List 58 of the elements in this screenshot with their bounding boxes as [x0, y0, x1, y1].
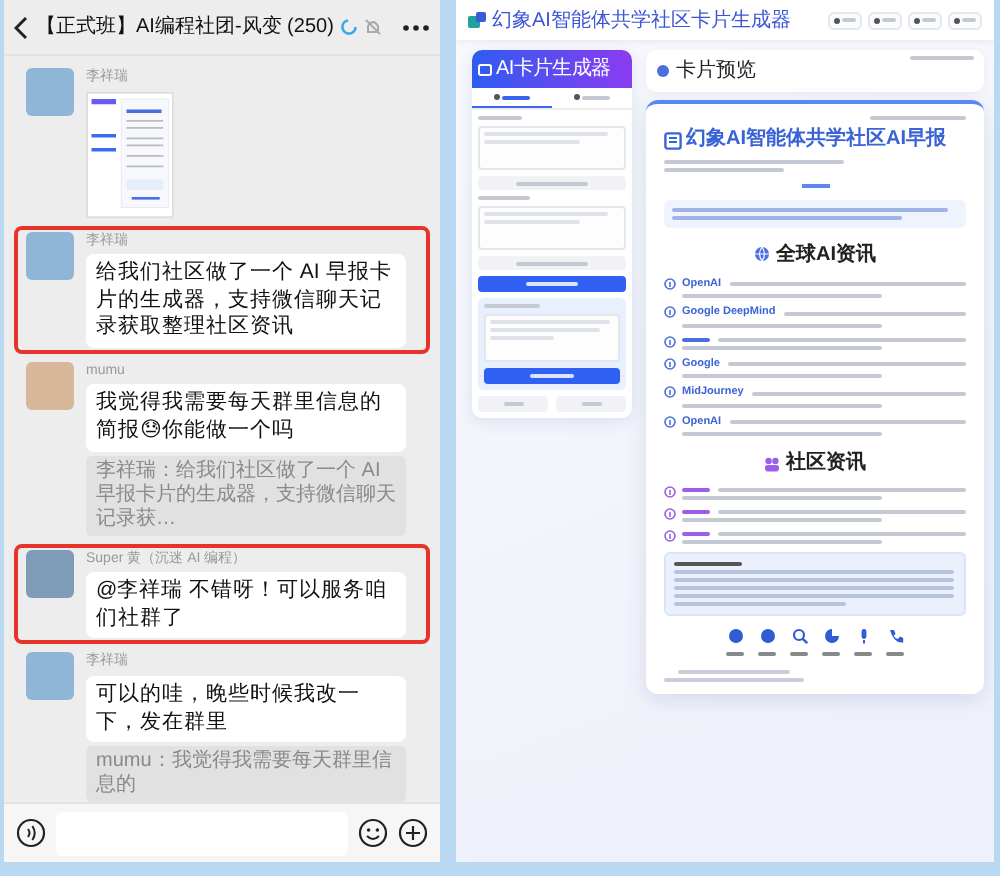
app-title: 幻象AI智能体共学社区卡片生成器 [492, 7, 793, 35]
illegible-text-lines [682, 532, 710, 536]
preview-title: 卡片预览 [676, 57, 758, 86]
message-bubble: 可以的哇，晚些时候我改一下，发在群里 [86, 675, 406, 743]
message-bubble: 给我们社区做了一个 AI 早报卡片的生成器，支持微信聊天记录获取整理社区资讯 [86, 254, 406, 348]
card-title: 幻象AI智能体共学社区AI早报 [686, 128, 946, 152]
illegible-text-lines [682, 510, 710, 514]
info-icon [664, 277, 676, 289]
info-icon [664, 335, 676, 347]
chat-title: 【正式班】AI编程社团-风变 (250) [36, 13, 334, 42]
info-icon [664, 357, 676, 369]
news-icon [664, 131, 682, 149]
illegible-text-lines [870, 116, 966, 120]
panel-title: AI卡片生成器 [496, 55, 611, 84]
search-icon [791, 628, 807, 644]
screenshot-thumbnail-drawing[interactable] [86, 91, 174, 217]
back-icon[interactable] [14, 15, 30, 39]
quoted-message: 李祥瑞：给我们社区做了一个 AI 早报卡片的生成器，支持微信聊天记录获… [86, 455, 406, 536]
card-icon [478, 63, 492, 75]
info-icon [664, 415, 676, 427]
illegible-text-lines [484, 212, 608, 224]
avatar[interactable] [26, 549, 74, 598]
illegible-text-lines [682, 488, 710, 492]
illegible-text-lines [664, 670, 804, 682]
pie-chart-icon [823, 628, 839, 644]
illegible-text-lines [484, 132, 608, 144]
more-menu-icon[interactable] [402, 23, 430, 31]
plus-icon[interactable] [398, 818, 428, 848]
voice-icon[interactable] [16, 818, 46, 848]
info-icon [664, 530, 676, 542]
toolbar-button[interactable] [868, 11, 902, 29]
illegible-text-lines [910, 56, 974, 60]
layout-button[interactable] [484, 368, 620, 384]
section-title: 社区资讯 [786, 449, 866, 478]
info-icon [664, 486, 676, 498]
toolbar-button[interactable] [948, 11, 982, 29]
illegible-text-lines [478, 116, 522, 120]
message-bubble: @李祥瑞 不错呀！可以服务咱们社群了 [86, 572, 406, 639]
section-title: 全球AI资讯 [776, 241, 876, 269]
quoted-message: mumu：我觉得我需要每天群里信息的 [86, 746, 406, 802]
info-icon [664, 508, 676, 520]
toolbar-button[interactable] [828, 11, 862, 29]
info-icon [664, 386, 676, 398]
illegible-text-lines [478, 196, 530, 200]
illegible-text-lines [490, 320, 610, 340]
illegible-text-lines [484, 304, 540, 308]
info-icon [664, 306, 676, 318]
message-bubble: 我觉得我需要每天群里信息的简报😓你能做一个吗 [86, 384, 406, 452]
illegible-text-lines [674, 562, 742, 566]
emoji-icon[interactable] [358, 818, 388, 848]
illegible-text-lines [682, 337, 710, 341]
toolbar-button[interactable] [908, 11, 942, 29]
people-icon [764, 455, 780, 471]
bell-muted-icon [363, 18, 382, 36]
generate-button[interactable] [478, 276, 626, 292]
logo-icon[interactable] [468, 11, 486, 29]
phone-icon [887, 628, 903, 644]
loading-ring-icon [339, 18, 358, 36]
